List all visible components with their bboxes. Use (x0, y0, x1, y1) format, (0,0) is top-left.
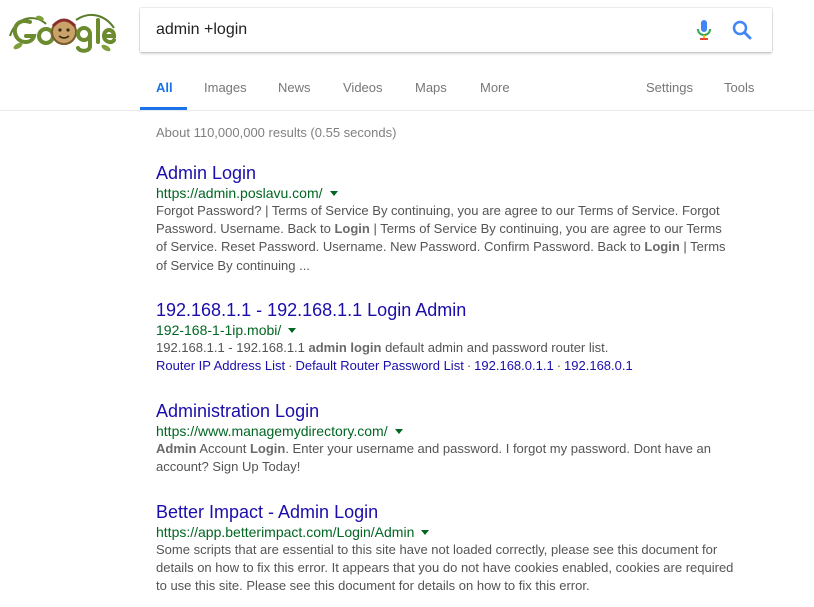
snippet-highlight: Login (644, 239, 680, 255)
caret-down-icon[interactable] (421, 529, 430, 535)
snippet-text: Some scripts that are essential to this … (156, 542, 734, 594)
search-result: Administration Login https://www.managem… (156, 400, 756, 476)
google-doodle-logo[interactable] (6, 6, 118, 56)
sitelink[interactable]: 192.168.0.1 (564, 358, 633, 373)
search-box (140, 8, 772, 52)
result-url[interactable]: https://app.betterimpact.com/Login/Admin (156, 524, 414, 540)
tab-videos[interactable]: Videos (343, 80, 383, 95)
result-snippet: Forgot Password? | Terms of Service By c… (156, 202, 736, 275)
result-url-row: 192-168-1-1ip.mobi/ (156, 321, 756, 339)
result-title[interactable]: Administration Login (156, 400, 319, 422)
search-icon[interactable] (730, 18, 754, 42)
result-url[interactable]: 192-168-1-1ip.mobi/ (156, 322, 281, 338)
sitelink[interactable]: Router IP Address List (156, 358, 285, 373)
tab-settings[interactable]: Settings (646, 80, 693, 95)
tab-more[interactable]: More (480, 80, 510, 95)
snippet-highlight: Admin (156, 441, 197, 456)
snippet-highlight: Login (249, 441, 286, 456)
sitelink[interactable]: 192.168.0.1.1 (474, 358, 554, 373)
result-url-row: https://admin.poslavu.com/ (156, 184, 756, 202)
result-snippet: Admin Account Login. Enter your username… (156, 440, 736, 476)
result-stats: About 110,000,000 results (0.55 seconds) (156, 125, 397, 140)
sitelink-separator: · (288, 358, 293, 374)
snippet-highlight: Login (334, 221, 370, 237)
header: All Images News Videos Maps More Setting… (0, 0, 814, 111)
active-tab-indicator (140, 107, 187, 110)
result-url[interactable]: https://admin.poslavu.com/ (156, 185, 323, 201)
result-url-row: https://app.betterimpact.com/Login/Admin (156, 523, 756, 541)
search-input[interactable] (156, 8, 676, 52)
result-url-row: https://www.managemydirectory.com/ (156, 422, 756, 440)
snippet-text: default admin and password router list. (381, 340, 609, 355)
snippet-text: Account (196, 441, 250, 456)
result-title[interactable]: Admin Login (156, 162, 256, 184)
sitelink-separator: · (466, 358, 472, 374)
result-title[interactable]: 192.168.1.1 - 192.168.1.1 Login Admin (156, 299, 466, 321)
snippet-highlight: admin login (308, 340, 382, 355)
sitelink[interactable]: Default Router Password List (295, 358, 463, 373)
snippet-text: 192.168.1.1 - 192.168.1.1 (156, 340, 309, 355)
result-title[interactable]: Better Impact - Admin Login (156, 501, 378, 523)
caret-down-icon[interactable] (394, 428, 403, 434)
sitelink-separator: · (556, 358, 562, 374)
result-snippet: Some scripts that are essential to this … (156, 541, 736, 596)
result-url[interactable]: https://www.managemydirectory.com/ (156, 423, 388, 439)
tab-tools[interactable]: Tools (724, 80, 754, 95)
search-result: 192.168.1.1 - 192.168.1.1 Login Admin 19… (156, 299, 756, 375)
result-snippet: 192.168.1.1 - 192.168.1.1 admin login de… (156, 339, 736, 357)
caret-down-icon[interactable] (288, 327, 297, 333)
tab-images[interactable]: Images (204, 80, 247, 95)
tab-news[interactable]: News (278, 80, 311, 95)
tab-all[interactable]: All (156, 80, 173, 95)
tab-maps[interactable]: Maps (415, 80, 447, 95)
result-sitelinks: Router IP Address List · Default Router Pa… (156, 357, 756, 375)
search-result: Admin Login https://admin.poslavu.com/ F… (156, 162, 756, 275)
microphone-icon[interactable] (692, 18, 716, 42)
search-result: Better Impact - Admin Login https://app.… (156, 501, 756, 596)
caret-down-icon[interactable] (329, 190, 338, 196)
